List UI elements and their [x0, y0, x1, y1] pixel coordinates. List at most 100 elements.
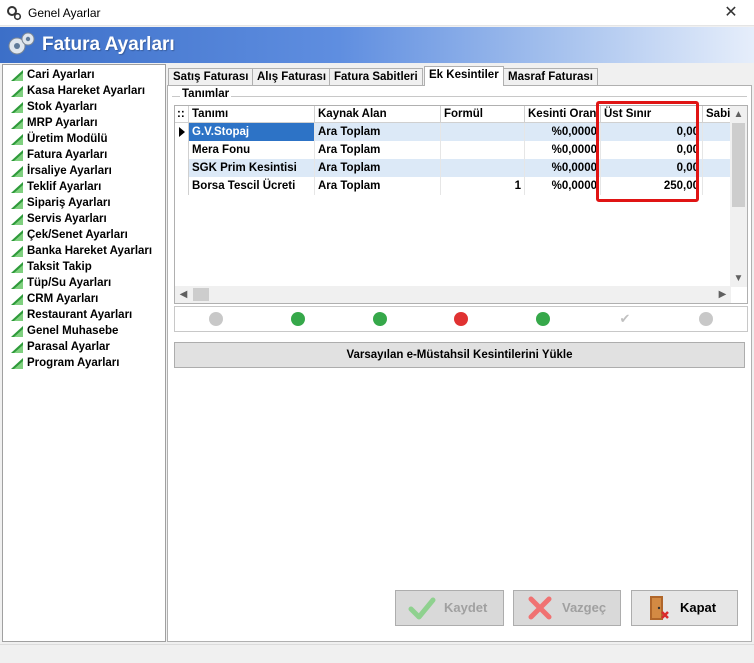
sidebar-item-servis[interactable]: Servis Ayarları: [3, 211, 165, 227]
sidebar-item-fatura[interactable]: Fatura Ayarları: [3, 147, 165, 163]
title-bar: Genel Ayarlar ✕: [0, 0, 754, 26]
close-button[interactable]: Kapat: [631, 590, 738, 626]
green-triangle-icon: [11, 150, 23, 161]
page-title: Fatura Ayarları: [42, 34, 175, 55]
section-banner: Fatura Ayarları: [0, 27, 754, 63]
header-kaynak-alan[interactable]: Kaynak Alan: [315, 106, 441, 123]
sidebar-item-label: İrsaliye Ayarları: [27, 165, 112, 177]
cell-formul[interactable]: [441, 159, 525, 177]
tab-ek-kesintiler[interactable]: Ek Kesintiler: [424, 66, 504, 86]
sidebar-item-label: Cari Ayarları: [27, 69, 95, 81]
close-window-button[interactable]: ✕: [708, 0, 754, 26]
ust-sinir-highlight: [596, 101, 699, 202]
close-label: Kapat: [680, 600, 717, 615]
header-indicator: ::: [175, 106, 189, 123]
cell-kaynak-alan[interactable]: Ara Toplam: [315, 141, 441, 159]
scroll-up-icon[interactable]: ▲: [730, 106, 747, 123]
tab-alis-faturasi[interactable]: Alış Faturası: [252, 68, 332, 85]
cell-tanimi[interactable]: G.V.Stopaj: [189, 123, 315, 141]
cell-tanimi[interactable]: SGK Prim Kesintisi: [189, 159, 315, 177]
edit-icon[interactable]: [536, 312, 550, 326]
sidebar-item-label: Servis Ayarları: [27, 213, 107, 225]
green-triangle-icon: [11, 230, 23, 241]
cell-tanimi[interactable]: Borsa Tescil Ücreti: [189, 177, 315, 195]
sidebar-item-irsaliye[interactable]: İrsaliye Ayarları: [3, 163, 165, 179]
sidebar-item-teklif[interactable]: Teklif Ayarları: [3, 179, 165, 195]
sidebar-item-parasal[interactable]: Parasal Ayarlar: [3, 339, 165, 355]
sidebar-item-crm[interactable]: CRM Ayarları: [3, 291, 165, 307]
green-triangle-icon: [11, 182, 23, 193]
cancel-icon[interactable]: [699, 312, 713, 326]
cell-kaynak-alan[interactable]: Ara Toplam: [315, 159, 441, 177]
sidebar-item-label: Parasal Ayarlar: [27, 341, 110, 353]
load-default-deductions-button[interactable]: Varsayılan e-Müstahsil Kesintilerini Yük…: [174, 342, 745, 368]
green-triangle-icon: [11, 86, 23, 97]
cell-formul[interactable]: [441, 123, 525, 141]
post-icon[interactable]: ✔: [618, 312, 632, 326]
tab-satis-faturasi[interactable]: Satış Faturası: [168, 68, 254, 85]
scroll-left-icon[interactable]: ◀: [175, 286, 192, 303]
sidebar-item-stok[interactable]: Stok Ayarları: [3, 99, 165, 115]
cell-tanimi[interactable]: Mera Fonu: [189, 141, 315, 159]
header-kesinti-orani[interactable]: Kesinti Oranı: [525, 106, 601, 123]
green-triangle-icon: [11, 246, 23, 257]
cell-kaynak-alan[interactable]: Ara Toplam: [315, 123, 441, 141]
sidebar-item-label: Üretim Modülü: [27, 133, 108, 145]
sidebar-item-genel-muhasebe[interactable]: Genel Muhasebe: [3, 323, 165, 339]
row-indicator: [175, 159, 189, 177]
sidebar-item-label: Restaurant Ayarları: [27, 309, 133, 321]
tab-masraf-faturasi[interactable]: Masraf Faturası: [503, 68, 599, 85]
horizontal-scrollbar[interactable]: ◀ ▶: [175, 286, 731, 303]
vertical-scrollbar[interactable]: ▲ ▼: [730, 106, 747, 287]
cell-kesinti-orani[interactable]: %0,0000: [525, 177, 601, 195]
scroll-right-icon[interactable]: ▶: [714, 286, 731, 303]
sidebar-item-label: Sipariş Ayarları: [27, 197, 111, 209]
sidebar-item-label: Taksit Takip: [27, 261, 92, 273]
first-icon[interactable]: [209, 312, 223, 326]
horizontal-scroll-thumb[interactable]: [193, 288, 209, 301]
green-triangle-icon: [11, 102, 23, 113]
insert-icon[interactable]: [373, 312, 387, 326]
green-triangle-icon: [11, 310, 23, 321]
cell-kesinti-orani[interactable]: %0,0000: [525, 159, 601, 177]
sidebar-item-label: Genel Muhasebe: [27, 325, 119, 337]
group-divider: [172, 96, 747, 97]
cell-kaynak-alan[interactable]: Ara Toplam: [315, 177, 441, 195]
cancel-button[interactable]: Vazgeç: [513, 590, 621, 626]
green-triangle-icon: [11, 70, 23, 81]
app-gear-icon: [7, 6, 22, 21]
sidebar-item-kasa[interactable]: Kasa Hareket Ayarları: [3, 83, 165, 99]
delete-icon[interactable]: [454, 312, 468, 326]
sidebar-item-cek-senet[interactable]: Çek/Senet Ayarları: [3, 227, 165, 243]
sidebar-item-taksit[interactable]: Taksit Takip: [3, 259, 165, 275]
scroll-down-icon[interactable]: ▼: [730, 270, 747, 287]
save-button[interactable]: Kaydet: [395, 590, 504, 626]
vertical-scroll-thumb[interactable]: [732, 123, 745, 207]
green-triangle-icon: [11, 326, 23, 337]
sidebar-item-banka[interactable]: Banka Hareket Ayarları: [3, 243, 165, 259]
green-triangle-icon: [11, 262, 23, 273]
sidebar-item-label: Banka Hareket Ayarları: [27, 245, 153, 257]
green-triangle-icon: [11, 198, 23, 209]
header-tanimi[interactable]: Tanımı: [189, 106, 315, 123]
sidebar-item-tup-su[interactable]: Tüp/Su Ayarları: [3, 275, 165, 291]
sidebar-item-cari[interactable]: Cari Ayarları: [3, 67, 165, 83]
save-label: Kaydet: [444, 600, 488, 615]
cross-icon: [528, 596, 552, 620]
sidebar-item-label: Çek/Senet Ayarları: [27, 229, 128, 241]
settings-sidebar: Cari Ayarları Kasa Hareket Ayarları Stok…: [2, 64, 166, 642]
sidebar-item-mrp[interactable]: MRP Ayarları: [3, 115, 165, 131]
sidebar-item-restaurant[interactable]: Restaurant Ayarları: [3, 307, 165, 323]
grid-navigator: ✔: [174, 306, 748, 332]
cell-formul[interactable]: 1: [441, 177, 525, 195]
header-formul[interactable]: Formül: [441, 106, 525, 123]
sidebar-item-uretim[interactable]: Üretim Modülü: [3, 131, 165, 147]
sidebar-item-siparis[interactable]: Sipariş Ayarları: [3, 195, 165, 211]
cell-kesinti-orani[interactable]: %0,0000: [525, 123, 601, 141]
sidebar-item-program[interactable]: Program Ayarları: [3, 355, 165, 371]
tab-fatura-sabitleri[interactable]: Fatura Sabitleri: [329, 68, 423, 85]
green-triangle-icon: [11, 278, 23, 289]
prior-icon[interactable]: [291, 312, 305, 326]
cell-formul[interactable]: [441, 141, 525, 159]
cell-kesinti-orani[interactable]: %0,0000: [525, 141, 601, 159]
